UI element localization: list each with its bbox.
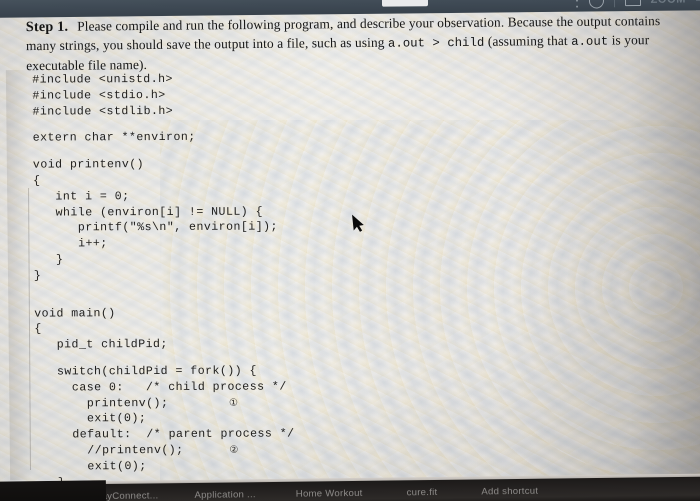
- add-shortcut-button[interactable]: Add shortcut: [481, 486, 538, 498]
- code-line: //printenv(); ②: [35, 443, 239, 458]
- code-line: switch(childPid = fork()) {: [34, 364, 258, 379]
- inline-code-redirect: >: [425, 36, 448, 51]
- instruction-text-2: (assuming that: [484, 32, 572, 49]
- code-line: {: [34, 322, 42, 336]
- refresh-circle-icon[interactable]: [585, 0, 607, 11]
- bookmark-item-cure-fit[interactable]: cure.fit: [407, 487, 438, 498]
- bookmarks-list: StayConnect... Application ... Home Work…: [92, 486, 538, 501]
- bookmark-item-home-workout[interactable]: Home Workout: [296, 488, 363, 500]
- code-line: printenv(); ①: [34, 396, 239, 411]
- code-line: printf("%s\n", environ[i]);: [33, 220, 278, 235]
- code-line: case 0: /* child process */: [34, 380, 287, 395]
- bookmark-item-application[interactable]: Application ...: [194, 489, 255, 501]
- inline-code-a-out-1: a.out: [387, 36, 426, 51]
- code-line: while (environ[i] != NULL) {: [33, 205, 264, 220]
- code-line: }: [33, 253, 64, 267]
- inline-code-child: child: [447, 35, 485, 51]
- code-line: void printenv(): [32, 158, 145, 172]
- inline-code-a-out-2: a.out: [571, 34, 609, 49]
- code-line: #include <stdlib.h>: [32, 104, 174, 119]
- app-name-label: ZOOM: [651, 0, 687, 6]
- code-line: exit(0);: [35, 412, 147, 426]
- instruction-paragraph: Step 1. Please compile and run the follow…: [26, 12, 687, 75]
- code-line: #include <unistd.h>: [32, 72, 173, 87]
- code-annotation-marker: ②: [229, 444, 239, 456]
- toolbar-divider: [613, 0, 615, 7]
- window-restore-icon[interactable]: [624, 0, 641, 6]
- code-line: void main(): [34, 306, 116, 321]
- photographed-screen: Step 1. Please compile and run the follow…: [0, 0, 700, 501]
- code-annotation-marker: ①: [228, 397, 239, 409]
- step-label: Step 1.: [25, 19, 69, 36]
- toolbar-tab-notch: [381, 0, 429, 7]
- code-line: pid_t childPid;: [34, 338, 168, 352]
- code-line: extern char **environ;: [32, 131, 196, 145]
- code-line: int i = 0;: [33, 189, 130, 204]
- code-line: exit(0);: [35, 459, 147, 474]
- code-line: i++;: [33, 237, 108, 251]
- bookmarks-bar-left-pad: [0, 480, 107, 501]
- code-listing: #include <unistd.h> #include <stdio.h> #in…: [32, 71, 295, 501]
- code-line: default: /* parent process */: [35, 427, 295, 442]
- code-line: {: [32, 174, 41, 188]
- code-line: }: [33, 269, 42, 283]
- more-options-icon[interactable]: [576, 0, 579, 8]
- code-line: #include <stdio.h>: [32, 88, 166, 103]
